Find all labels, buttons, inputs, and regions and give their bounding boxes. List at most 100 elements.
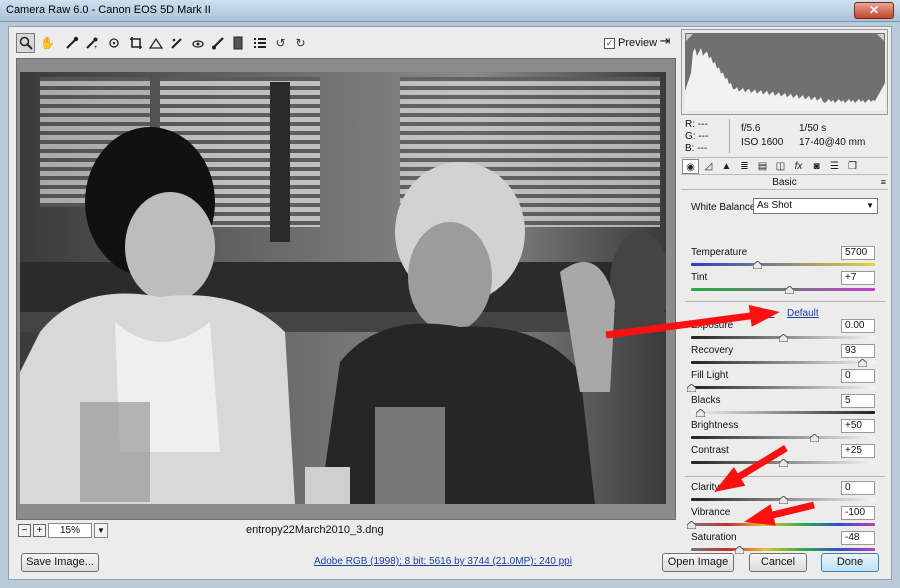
zoom-out-button[interactable]: − xyxy=(18,524,31,537)
crop-tool-icon[interactable] xyxy=(126,33,145,53)
bottom-bar: Save Image... Adobe RGB (1998); 8 bit; 5… xyxy=(9,547,893,579)
recovery-value-field[interactable]: 93 xyxy=(841,344,875,358)
temperature-value-field[interactable]: 5700 xyxy=(841,246,875,260)
spot-removal-tool-icon[interactable] xyxy=(167,33,186,53)
camera-raw-dialog: ✋ + ↺ ↻ ✓ Preview ⇥ − + 15% ▼ entropy22M… xyxy=(8,26,892,580)
blacks-slider-thumb[interactable] xyxy=(696,409,706,417)
green-readout: G: --- xyxy=(685,131,709,142)
adjustment-brush-icon[interactable] xyxy=(208,33,227,53)
histogram xyxy=(681,29,888,115)
brightness-value-field[interactable]: +50 xyxy=(841,419,875,433)
preferences-icon[interactable] xyxy=(250,33,269,53)
tab-lens-corrections-icon[interactable]: ◫ xyxy=(772,159,789,174)
brightness-slider-track[interactable] xyxy=(691,436,875,439)
tint-slider-track[interactable] xyxy=(691,288,875,291)
preview-label: Preview xyxy=(618,37,658,49)
fill-light-slider-track[interactable] xyxy=(691,386,875,389)
save-image-button[interactable]: Save Image... xyxy=(21,553,99,572)
tab-snapshots-icon[interactable]: ❐ xyxy=(844,159,861,174)
zoom-in-button[interactable]: + xyxy=(33,524,46,537)
photo-image xyxy=(20,72,666,504)
tab-camera-calibration-icon[interactable]: ◙ xyxy=(808,159,825,174)
vibrance-slider-thumb[interactable] xyxy=(687,521,696,529)
straighten-tool-icon[interactable] xyxy=(146,33,165,53)
readout-divider xyxy=(729,119,730,153)
rotate-ccw-icon[interactable]: ↺ xyxy=(271,33,290,53)
chevron-down-icon: ▼ xyxy=(97,526,105,535)
white-balance-label: White Balance: xyxy=(691,202,759,213)
filename-label: entropy22March2010_3.dng xyxy=(246,524,384,536)
iso-readout: ISO 1600 xyxy=(741,137,784,148)
graduated-filter-icon[interactable] xyxy=(228,33,247,53)
color-sampler-tool-icon[interactable]: + xyxy=(82,33,101,53)
window-title: Camera Raw 6.0 - Canon EOS 5D Mark II xyxy=(6,4,211,16)
done-button[interactable]: Done xyxy=(821,553,879,572)
tab-hsl-icon[interactable]: ≣ xyxy=(736,159,753,174)
tint-slider-thumb[interactable] xyxy=(784,286,794,294)
preview-checkbox[interactable]: ✓ xyxy=(604,37,615,49)
zoom-dropdown[interactable]: ▼ xyxy=(94,523,108,538)
contrast-value-field[interactable]: +25 xyxy=(841,444,875,458)
white-balance-select[interactable]: As Shot ▼ xyxy=(753,198,878,214)
white-balance-tool-icon[interactable] xyxy=(62,33,81,53)
vibrance-slider-track[interactable] xyxy=(691,523,875,526)
pixel-readouts: R: --- G: --- B: --- f/5.6 1/50 s ISO 160… xyxy=(685,119,885,155)
blacks-value-field[interactable]: 5 xyxy=(841,394,875,408)
tab-presets-icon[interactable]: ☰ xyxy=(826,159,843,174)
recovery-slider-track[interactable] xyxy=(691,361,875,364)
divider xyxy=(685,301,885,302)
zoom-level[interactable]: 15% xyxy=(48,523,92,538)
rotate-cw-icon[interactable]: ↻ xyxy=(291,33,310,53)
tint-value-field[interactable]: +7 xyxy=(841,271,875,285)
workflow-options-link[interactable]: Adobe RGB (1998); 8 bit; 5616 by 3744 (2… xyxy=(314,556,572,567)
right-panel: R: --- G: --- B: --- f/5.6 1/50 s ISO 160… xyxy=(679,29,891,554)
target-adjustment-tool-icon[interactable] xyxy=(104,33,123,53)
saturation-value-field[interactable]: -48 xyxy=(841,531,875,545)
contrast-label: Contrast xyxy=(691,445,729,456)
exposure-slider-thumb[interactable] xyxy=(779,334,788,342)
contrast-slider-thumb[interactable] xyxy=(779,459,788,467)
panel-tabs: ◉ ◿ ▲ ≣ ▤ ◫ fx ◙ ☰ ❐ xyxy=(681,157,888,175)
temperature-slider-track[interactable] xyxy=(691,263,875,266)
hand-tool-icon[interactable]: ✋ xyxy=(38,33,57,53)
panel-menu-icon[interactable]: ≡ xyxy=(881,177,886,187)
exposure-label: Exposure xyxy=(691,320,734,331)
tab-basic-icon[interactable]: ◉ xyxy=(682,159,699,174)
red-eye-tool-icon[interactable] xyxy=(188,33,207,53)
blue-readout: B: --- xyxy=(685,143,708,154)
brightness-slider-thumb[interactable] xyxy=(810,434,820,442)
temperature-slider-thumb[interactable] xyxy=(753,261,763,269)
status-row: − + 15% ▼ entropy22March2010_3.dng xyxy=(16,521,676,541)
tab-effects-icon[interactable]: fx xyxy=(790,159,807,174)
auto-link[interactable]: Auto xyxy=(754,308,775,319)
default-link[interactable]: Default xyxy=(787,308,819,319)
zoom-tool-icon[interactable] xyxy=(16,33,35,53)
cancel-button[interactable]: Cancel xyxy=(749,553,807,572)
recovery-slider-thumb[interactable] xyxy=(858,359,868,367)
photo-preview xyxy=(20,72,666,504)
tint-label: Tint xyxy=(691,272,708,283)
fill-light-slider-thumb[interactable] xyxy=(687,384,696,392)
clarity-value-field[interactable]: 0 xyxy=(841,481,875,495)
histogram-graph xyxy=(685,33,885,111)
svg-text:+: + xyxy=(94,45,98,50)
tab-split-toning-icon[interactable]: ▤ xyxy=(754,159,771,174)
toolbar: ✋ + ↺ ↻ ✓ Preview ⇥ xyxy=(16,33,676,55)
temperature-label: Temperature xyxy=(691,247,748,258)
window-close-button[interactable]: ✕ xyxy=(854,2,894,19)
fill-light-label: Fill Light xyxy=(691,370,729,381)
preview-toggle[interactable]: ✓ Preview xyxy=(604,37,657,49)
clarity-slider-thumb[interactable] xyxy=(779,496,788,504)
tab-tone-curve-icon[interactable]: ◿ xyxy=(700,159,717,174)
exposure-value-field[interactable]: 0.00 xyxy=(841,319,875,333)
fullscreen-toggle-icon[interactable]: ⇥ xyxy=(656,33,674,51)
tab-detail-icon[interactable]: ▲ xyxy=(718,159,735,174)
open-image-button[interactable]: Open Image xyxy=(662,553,734,572)
vibrance-value-field[interactable]: -100 xyxy=(841,506,875,520)
fill-light-value-field[interactable]: 0 xyxy=(841,369,875,383)
brightness-label: Brightness xyxy=(691,420,739,431)
recovery-label: Recovery xyxy=(691,345,734,356)
image-preview-area[interactable] xyxy=(16,58,676,520)
panel-title-text: Basic xyxy=(772,177,797,188)
blacks-slider-track[interactable] xyxy=(691,411,875,414)
